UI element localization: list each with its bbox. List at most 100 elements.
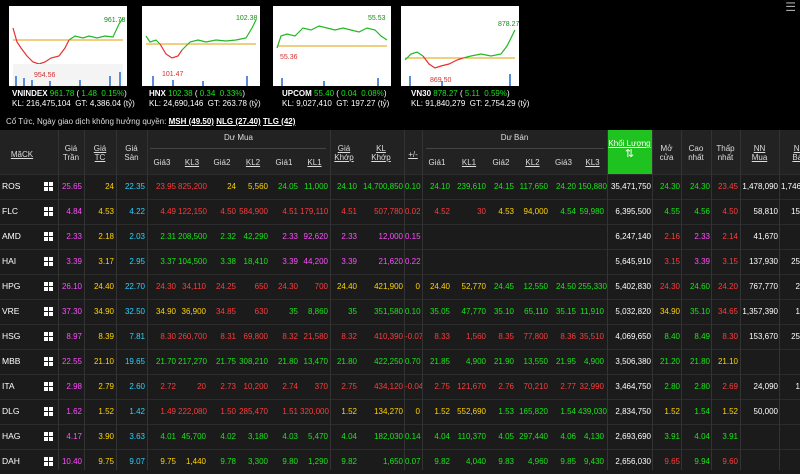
hnx-low: 101.47 <box>162 71 184 78</box>
ask-price-2: 24.15 <box>493 182 514 191</box>
grid-icon[interactable] <box>44 307 53 316</box>
header-ban-gia1[interactable]: Giá1 <box>422 158 452 167</box>
stock-symbol[interactable]: HPG <box>2 274 20 299</box>
grid-icon[interactable] <box>44 232 53 241</box>
bid-volume-3: 1,440 <box>185 457 206 466</box>
header-ban-kl3[interactable]: KL3 <box>578 158 607 167</box>
reference-price: 9.75 <box>98 457 114 466</box>
bid-price-2: 9.78 <box>220 457 236 466</box>
stock-symbol[interactable]: MBB <box>2 349 20 374</box>
header-nn-mua[interactable]: NN Mua <box>740 144 779 162</box>
header-ban-kl2[interactable]: KL2 <box>516 158 549 167</box>
stock-symbol[interactable]: HAG <box>2 424 20 449</box>
reference-price: 21.10 <box>93 357 114 366</box>
bid-volume-2: 285,470 <box>239 407 268 416</box>
header-du-ban[interactable]: Dư Bán <box>422 133 607 142</box>
floor-price: 3.63 <box>129 432 145 441</box>
header-ban-gia2[interactable]: Giá2 <box>486 158 516 167</box>
header-ban-kl1[interactable]: KL1 <box>452 158 486 167</box>
header-mua-kl3[interactable]: KL3 <box>177 158 207 167</box>
header-gia-tc[interactable]: Giá TC <box>84 144 116 162</box>
grid-icon[interactable] <box>44 257 53 266</box>
total-volume: 3,464,750 <box>615 382 651 391</box>
upcom-high: 55.53 <box>368 15 386 22</box>
column-divider <box>147 130 148 470</box>
header-plus-minus[interactable]: +/- <box>404 150 422 159</box>
stock-symbol[interactable]: HSG <box>2 324 20 349</box>
grid-icon[interactable] <box>44 432 53 441</box>
vn30-high: 878.27 <box>498 21 520 28</box>
ask-price-1: 1.52 <box>434 407 450 416</box>
price-change: 0.10 <box>405 182 421 191</box>
open-price: 9.65 <box>664 457 680 466</box>
ask-volume-3 <box>578 249 604 274</box>
bid-volume-1: 13,470 <box>303 357 328 366</box>
grid-icon[interactable] <box>44 282 53 291</box>
price-change: -0.04 <box>405 382 424 391</box>
total-volume: 4,069,650 <box>615 332 651 341</box>
header-nn-ban[interactable]: NN Bán <box>779 144 800 162</box>
header-du-mua[interactable]: Dư Mua <box>147 133 330 142</box>
header-gia-khop[interactable]: Giá Khớp <box>330 144 358 162</box>
ask-price-3: 21.95 <box>555 357 576 366</box>
ask-volume-1: 121,670 <box>457 382 486 391</box>
menu-icon[interactable]: ☰ <box>785 0 796 14</box>
grid-icon[interactable] <box>44 182 53 191</box>
bid-price-3: 21.70 <box>155 357 176 366</box>
foreign-sell: 1 <box>795 307 800 316</box>
total-volume: 2,656,030 <box>615 457 651 466</box>
stock-symbol[interactable]: DAH <box>2 449 20 474</box>
notice-link-msh[interactable]: MSH (49.50) <box>169 117 214 126</box>
grid-icon[interactable] <box>44 207 53 216</box>
notice-link-nlg[interactable]: NLG (27.40) <box>216 117 260 126</box>
reference-price: 2.18 <box>98 232 114 241</box>
header-gia-san[interactable]: Giá Sàn <box>116 144 147 162</box>
open-price: 3.15 <box>664 257 680 266</box>
low-price: 4.50 <box>722 207 738 216</box>
stock-symbol[interactable]: DLG <box>2 399 19 424</box>
header-mua-kl1[interactable]: KL1 <box>299 158 330 167</box>
header-mua-gia2[interactable]: Giá2 <box>207 158 237 167</box>
header-mua-gia1[interactable]: Giá1 <box>269 158 299 167</box>
low-price: 24.20 <box>717 282 738 291</box>
header-ban-gia3[interactable]: Giá3 <box>549 158 578 167</box>
ask-price-2: 2.76 <box>498 382 514 391</box>
price-change: 0.15 <box>405 232 421 241</box>
ceiling-price: 10.40 <box>61 457 82 466</box>
header-mack[interactable]: MãCK <box>2 150 42 159</box>
header-gia-tran[interactable]: Giá Trần <box>58 144 84 162</box>
grid-icon[interactable] <box>44 332 53 341</box>
stock-symbol[interactable]: AMD <box>2 224 21 249</box>
stock-symbol[interactable]: FLC <box>2 199 18 224</box>
grid-icon[interactable] <box>44 357 53 366</box>
stock-symbol[interactable]: ROS <box>2 174 20 199</box>
header-kl-khop[interactable]: KL Khớp <box>358 144 404 162</box>
foreign-buy: 58,810 <box>753 207 778 216</box>
notice-link-tlg[interactable]: TLG (42) <box>263 117 295 126</box>
header-mua-kl2[interactable]: KL2 <box>237 158 269 167</box>
ask-volume-3: 32,990 <box>579 382 604 391</box>
bid-price-2: 1.50 <box>220 407 236 416</box>
ask-volume-3: 11,910 <box>580 307 604 316</box>
bid-price-1: 1.51 <box>282 407 298 416</box>
sort-volume-header[interactable]: Khối Lượng ⇅ <box>607 130 652 174</box>
stock-symbol[interactable]: VRE <box>2 299 19 324</box>
vn30-chart[interactable] <box>401 6 519 86</box>
header-mo-cua[interactable]: Mở cửa <box>652 144 681 162</box>
stock-symbol[interactable]: ITA <box>2 374 15 399</box>
header-divider <box>150 148 326 149</box>
reference-price: 24 <box>105 182 114 191</box>
header-cao-nhat[interactable]: Cao nhất <box>681 144 711 162</box>
grid-icon[interactable] <box>44 382 53 391</box>
header-thap-nhat[interactable]: Thấp nhất <box>711 144 740 162</box>
ask-volume-3: 439,030 <box>578 407 607 416</box>
reference-price: 2.79 <box>98 382 114 391</box>
bid-price-1: 2.74 <box>282 382 298 391</box>
header-mua-gia3[interactable]: Giá3 <box>147 158 177 167</box>
high-price: 35.10 <box>689 307 710 316</box>
open-price: 3.91 <box>664 432 680 441</box>
grid-icon[interactable] <box>44 407 53 416</box>
stock-symbol[interactable]: HAI <box>2 249 16 274</box>
bid-volume-2: 308,210 <box>239 357 268 366</box>
grid-icon[interactable] <box>44 457 53 466</box>
